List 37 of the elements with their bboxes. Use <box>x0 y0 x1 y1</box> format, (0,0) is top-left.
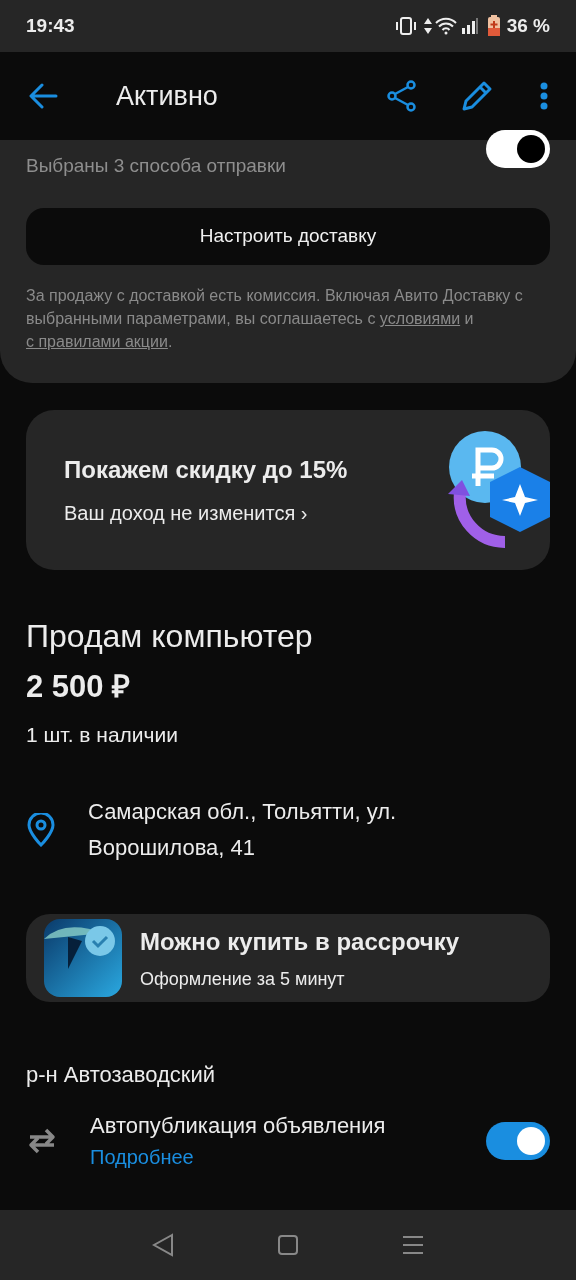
more-info-link[interactable]: Подробнее <box>90 1142 486 1172</box>
pencil-icon[interactable] <box>460 79 494 113</box>
autopublish-title: Автопубликация объявления <box>90 1112 387 1140</box>
signal-icon <box>460 17 479 35</box>
listing-price: 2 500 ₽ <box>26 668 132 706</box>
installment-card[interactable]: Можно купить в рассрочку Оформление за 5 минут <box>26 914 550 1002</box>
wifi-icon <box>434 17 457 35</box>
promo-title: Покажем скидку до 15% <box>64 455 348 485</box>
battery-icon <box>486 15 501 37</box>
data-arrows-icon <box>422 17 433 35</box>
location-pin-icon <box>26 813 56 847</box>
clock-check-icon <box>44 919 122 997</box>
screen-title: Активно <box>116 79 218 113</box>
installment-title: Можно купить в рассрочку <box>140 926 460 957</box>
district-label: р-н Автозаводский <box>25 1061 217 1089</box>
discount-promo-card[interactable]: Покажем скидку до 15% Ваш доход не изменится › <box>26 410 550 570</box>
promo-subtitle: Ваш доход не изменится › <box>64 501 309 526</box>
vibrate-icon <box>394 17 417 35</box>
address: Самарская обл., Тольятти, ул. Ворошилова, 41 <box>88 798 398 862</box>
stock-count: 1 шт. в наличии <box>26 721 179 748</box>
status-time: 19:43 <box>26 13 75 38</box>
installment-subtitle: Оформление за 5 минут <box>140 967 346 991</box>
setup-delivery-button[interactable]: Настроить доставку <box>26 208 550 265</box>
delivery-disclaimer: За продажу с доставкой есть комиссия. Включая Авито Доставку с выбранными параметрами, вы соглашаетесь с условиями и с правилами акции. <box>26 286 524 352</box>
share-icon[interactable] <box>386 80 418 112</box>
toggle-switch[interactable] <box>486 1121 550 1160</box>
nav-back-icon[interactable] <box>151 1233 174 1257</box>
delivery-subtitle: Выбраны 3 способа отправки <box>26 154 286 178</box>
nav-home-icon[interactable] <box>277 1234 299 1256</box>
back-arrow-icon[interactable] <box>28 83 58 109</box>
more-icon[interactable] <box>540 82 548 110</box>
battery-level: 36 % <box>506 13 550 38</box>
terms-link[interactable]: условиями <box>379 310 461 327</box>
nav-menu-icon[interactable] <box>402 1234 425 1256</box>
rules-link[interactable]: с правилами акции <box>26 333 168 350</box>
toggle-switch[interactable] <box>486 130 550 168</box>
listing-title: Продам компьютер <box>26 617 314 656</box>
